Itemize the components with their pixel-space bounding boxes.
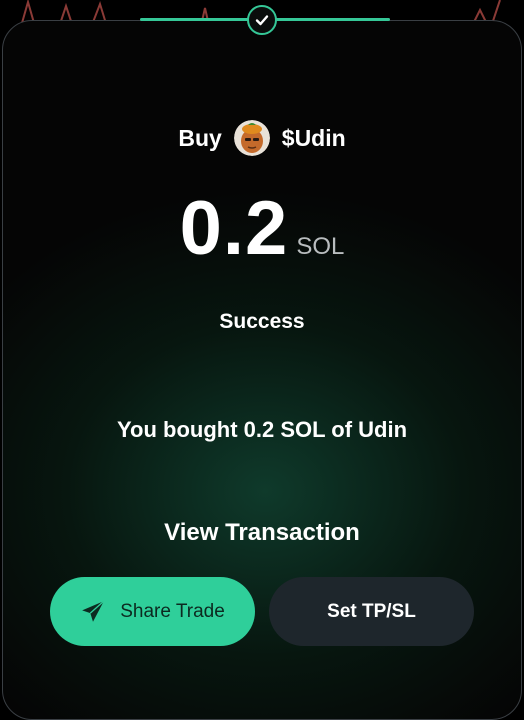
checkmark-icon bbox=[255, 15, 269, 26]
paper-plane-icon bbox=[82, 600, 105, 622]
trade-message: You bought 0.2 SOL of Udin bbox=[116, 417, 408, 442]
trade-title: Buy $Udin bbox=[0, 120, 524, 156]
trade-amount: 0.2 SOL bbox=[0, 185, 524, 272]
token-symbol: $Udin bbox=[281, 124, 346, 151]
set-tpsl-button[interactable]: Set TP/SL bbox=[269, 577, 474, 646]
token-avatar bbox=[233, 120, 270, 156]
amount-unit: SOL bbox=[296, 233, 345, 260]
share-trade-button[interactable]: Share Trade bbox=[50, 577, 255, 646]
status-check-badge bbox=[247, 5, 277, 35]
view-transaction-link[interactable]: View Transaction bbox=[0, 519, 524, 547]
trade-action: Buy bbox=[178, 124, 222, 151]
status-text: Success bbox=[219, 310, 305, 333]
amount-value: 0.2 bbox=[179, 186, 289, 271]
share-trade-label: Share Trade bbox=[120, 600, 225, 622]
set-tpsl-label: Set TP/SL bbox=[327, 600, 416, 622]
